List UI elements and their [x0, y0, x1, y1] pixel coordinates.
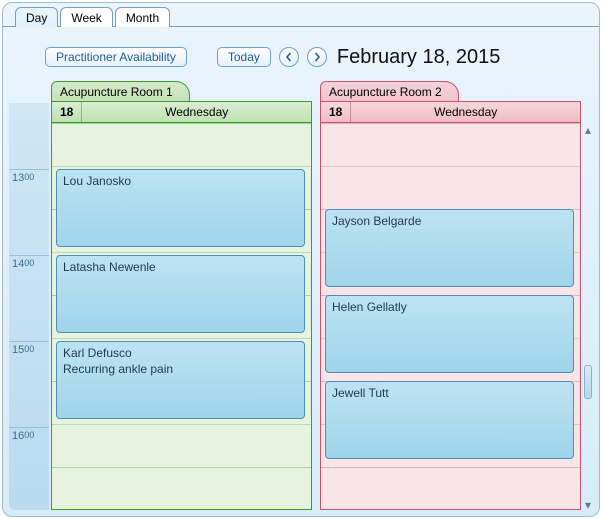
room-column: Acupuncture Room 118WednesdayLou Janosko… [51, 79, 312, 510]
view-tabs: Day Week Month [15, 3, 170, 27]
vertical-scrollbar[interactable]: ▴ ▾ [583, 125, 593, 510]
next-day-button[interactable] [307, 47, 327, 67]
appointment[interactable]: Karl Defusco Recurring ankle pain [56, 341, 305, 419]
appointment-title: Lou Janosko [63, 174, 131, 188]
appointment[interactable]: Jewell Tutt [325, 381, 574, 459]
appointment[interactable]: Lou Janosko [56, 169, 305, 247]
day-name: Wednesday [82, 105, 311, 119]
appointment-title: Jayson Belgarde [332, 214, 421, 228]
tab-month[interactable]: Month [115, 7, 170, 27]
chevron-right-icon [312, 52, 322, 62]
scroll-down-icon[interactable]: ▾ [583, 500, 593, 510]
appointment[interactable]: Helen Gellatly [325, 295, 574, 373]
room-day-header: 18Wednesday [51, 101, 312, 123]
room-title: Acupuncture Room 1 [51, 81, 190, 101]
chevron-left-icon [284, 52, 294, 62]
room-body[interactable]: Lou Janosko Latasha Newenle Karl Defusco Re… [51, 123, 312, 510]
appointment[interactable]: Jayson Belgarde [325, 209, 574, 287]
room-day-header: 18Wednesday [320, 101, 581, 123]
time-label: 1400 [9, 255, 49, 341]
schedule-area: 1300140015001600 Acupuncture Room 118Wed… [9, 79, 593, 510]
time-axis: 1300140015001600 [9, 103, 49, 510]
calendar-panel: Day Week Month Practitioner Availability… [2, 2, 600, 517]
room-title: Acupuncture Room 2 [320, 81, 459, 101]
appointment[interactable]: Latasha Newenle [56, 255, 305, 333]
rooms-container: Acupuncture Room 118WednesdayLou Janosko… [51, 79, 581, 510]
time-label: 1300 [9, 169, 49, 255]
time-label: 1500 [9, 341, 49, 427]
practitioner-availability-button[interactable]: Practitioner Availability [45, 47, 187, 67]
tab-day[interactable]: Day [15, 7, 58, 27]
day-name: Wednesday [351, 105, 580, 119]
day-number: 18 [52, 102, 82, 122]
appointment-title: Jewell Tutt [332, 386, 389, 400]
prev-day-button[interactable] [279, 47, 299, 67]
scroll-up-icon[interactable]: ▴ [583, 125, 593, 135]
time-label: 1600 [9, 427, 49, 513]
room-column: Acupuncture Room 218WednesdayJayson Belg… [320, 79, 581, 510]
tab-week[interactable]: Week [60, 7, 112, 27]
room-tab[interactable]: Acupuncture Room 2 [320, 79, 581, 101]
day-number: 18 [321, 102, 351, 122]
room-body[interactable]: Jayson Belgarde Helen Gellatly Jewell Tutt [320, 123, 581, 510]
current-date-title: February 18, 2015 [337, 46, 500, 69]
appointment-title: Latasha Newenle [63, 260, 156, 274]
appointment-title: Helen Gellatly [332, 300, 407, 314]
appointment-subtitle: Recurring ankle pain [63, 362, 298, 376]
toolbar: Practitioner Availability Today February… [45, 43, 589, 71]
room-tab[interactable]: Acupuncture Room 1 [51, 79, 312, 101]
scroll-thumb[interactable] [584, 365, 592, 399]
today-button[interactable]: Today [217, 47, 271, 67]
appointment-title: Karl Defusco [63, 346, 132, 360]
